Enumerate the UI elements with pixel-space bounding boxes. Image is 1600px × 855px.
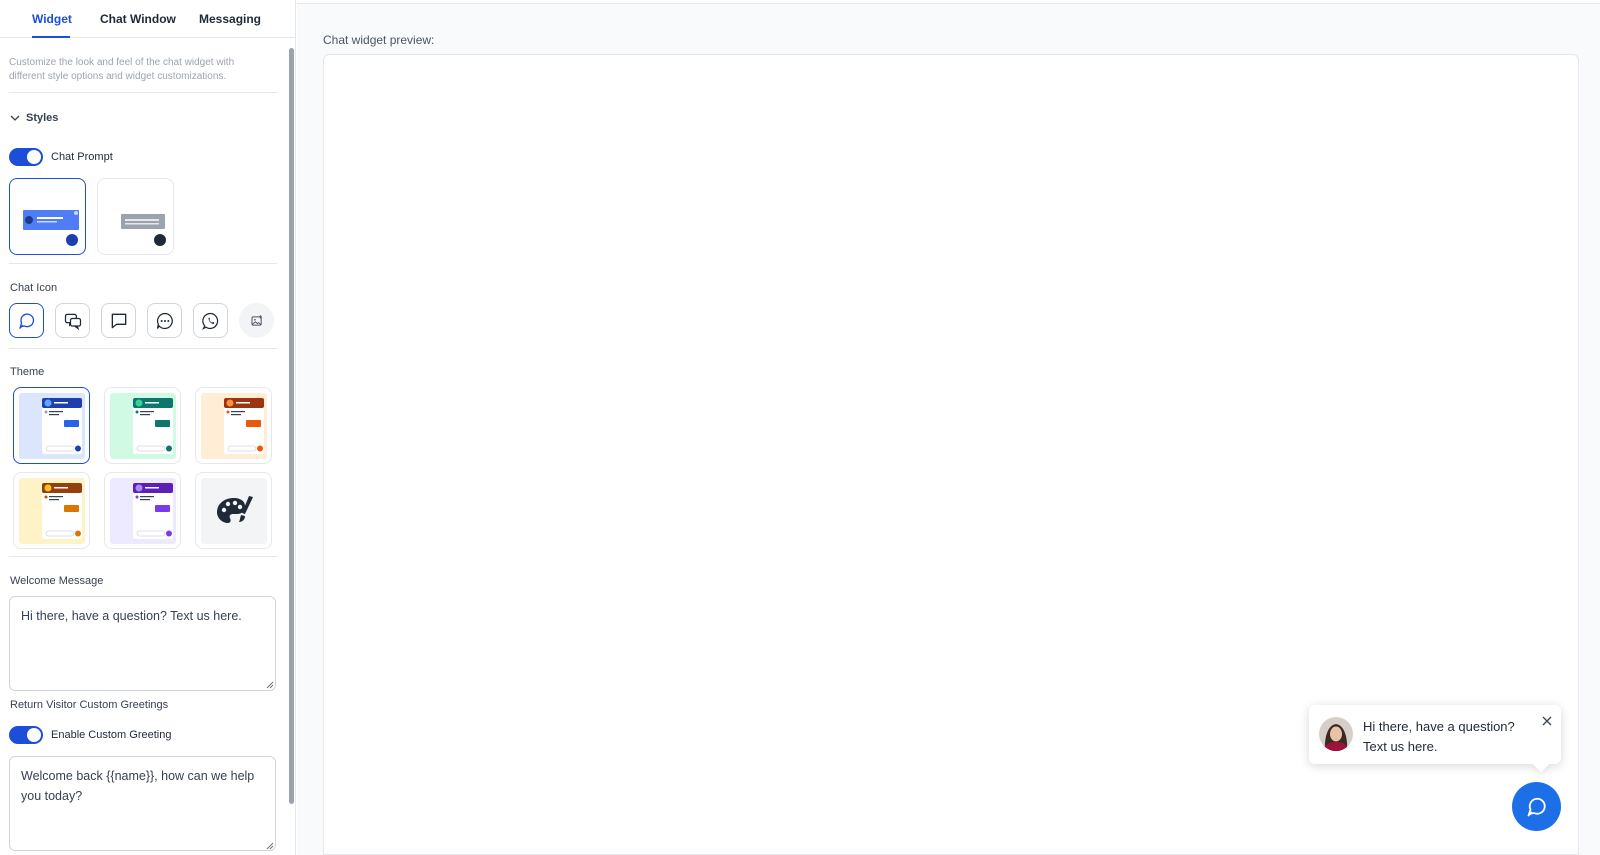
- custom-greeting-input[interactable]: Welcome back {{name}}, how can we help y…: [9, 756, 276, 851]
- welcome-message-label: Welcome Message: [10, 575, 104, 587]
- theme-yellow-preview: [19, 478, 85, 544]
- settings-sidebar: Widget Chat Window Messaging Customize t…: [0, 0, 296, 855]
- custom-greeting-label: Enable Custom Greeting: [51, 729, 172, 741]
- agent-avatar: [1319, 717, 1353, 751]
- chat-bubble-icon: [1526, 797, 1546, 817]
- divider: [9, 263, 277, 264]
- square-chat-icon: [111, 313, 126, 328]
- chat-icon-label: Chat Icon: [10, 282, 58, 294]
- tab-chat-window[interactable]: Chat Window: [100, 12, 176, 26]
- styles-section-title: Styles: [26, 112, 59, 124]
- welcome-message-input[interactable]: Hi there, have a question? Text us here.: [9, 596, 276, 691]
- preview-label: Chat widget preview:: [323, 33, 435, 47]
- chat-icon-option-dots[interactable]: [147, 303, 182, 338]
- divider: [9, 348, 277, 349]
- chat-icon-option-whatsapp[interactable]: [193, 303, 228, 338]
- theme-purple-preview: [110, 478, 176, 544]
- prompt-style-gray[interactable]: [97, 178, 174, 255]
- chat-prompt-row: Chat Prompt: [9, 148, 113, 166]
- chevron-down-icon: [10, 115, 20, 121]
- theme-option-green[interactable]: [104, 387, 181, 464]
- custom-greeting-row: Enable Custom Greeting: [9, 726, 171, 744]
- theme-orange-preview: [201, 393, 267, 459]
- theme-blue-preview: [19, 393, 85, 459]
- divider: [9, 92, 277, 93]
- dots-chat-icon: [156, 312, 173, 329]
- resize-grip-icon[interactable]: [266, 681, 274, 689]
- chat-icon-option-upload[interactable]: [239, 303, 274, 338]
- theme-green-preview: [110, 393, 176, 459]
- sidebar-scrollbar[interactable]: [289, 48, 294, 804]
- tab-widget[interactable]: Widget: [32, 12, 72, 26]
- top-divider: [297, 3, 1600, 4]
- active-tab-indicator: [32, 36, 70, 38]
- custom-greeting-toggle[interactable]: [9, 726, 43, 744]
- widget-description: Customize the look and feel of the chat …: [9, 57, 235, 82]
- tab-bar: Widget Chat Window Messaging: [0, 0, 296, 38]
- palette-icon: [201, 478, 267, 544]
- upload-image-icon: [250, 314, 262, 326]
- chat-icon-option-double[interactable]: [55, 303, 90, 338]
- styles-section-toggle[interactable]: Styles: [10, 112, 58, 124]
- chat-prompt-label: Chat Prompt: [51, 151, 113, 163]
- resize-grip-icon[interactable]: [266, 842, 274, 850]
- whatsapp-icon: [201, 312, 218, 330]
- theme-option-custom[interactable]: [195, 472, 272, 549]
- theme-option-orange[interactable]: [195, 387, 272, 464]
- prompt-blue-illustration: [23, 210, 79, 246]
- chat-launcher-button[interactable]: [1512, 782, 1561, 831]
- return-visitor-label: Return Visitor Custom Greetings: [10, 699, 169, 711]
- chat-icon-option-bubble[interactable]: [9, 303, 44, 338]
- chat-prompt-text: Hi there, have a question? Text us here.: [1363, 719, 1515, 754]
- chat-prompt-bubble[interactable]: Hi there, have a question? Text us here.: [1309, 705, 1561, 773]
- tab-messaging[interactable]: Messaging: [199, 12, 261, 26]
- divider: [9, 556, 277, 557]
- chat-prompt-toggle[interactable]: [9, 148, 43, 166]
- theme-label: Theme: [10, 366, 45, 378]
- double-chat-icon: [64, 313, 81, 330]
- prompt-style-blue[interactable]: [9, 178, 86, 255]
- close-icon[interactable]: [1541, 715, 1553, 727]
- prompt-gray-illustration: [121, 214, 166, 246]
- theme-option-yellow[interactable]: [13, 472, 90, 549]
- chat-bubble-icon: [18, 312, 34, 329]
- chat-icon-option-square[interactable]: [101, 303, 136, 338]
- theme-option-blue[interactable]: [13, 387, 90, 464]
- theme-option-purple[interactable]: [104, 472, 181, 549]
